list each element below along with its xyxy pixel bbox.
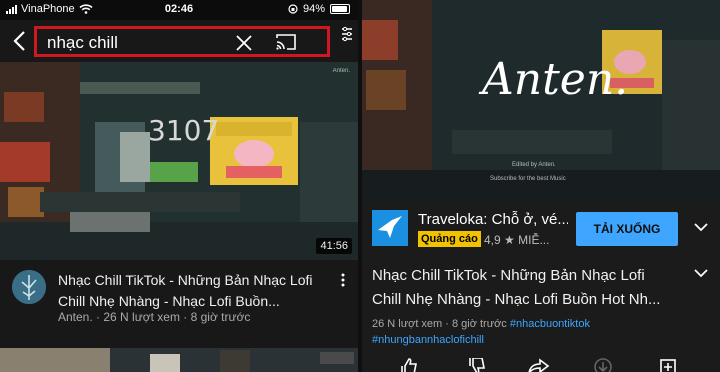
thumbnail-watermark: Anten. xyxy=(332,68,350,74)
more-icon xyxy=(342,26,352,42)
svg-text:3107: 3107 xyxy=(148,114,219,147)
hashtag-link[interactable]: #nhungbannhaclofichill xyxy=(372,334,484,346)
clear-search-button[interactable] xyxy=(235,34,253,52)
next-thumbnail-image xyxy=(0,348,358,372)
rotation-lock-icon xyxy=(288,4,298,14)
video-meta: Anten. · 26 N lượt xem · 8 giờ trước xyxy=(58,310,251,324)
ad-rating: 4,9 ★ MIỄ... xyxy=(484,233,550,247)
ad-badge: Quảng cáo xyxy=(418,231,481,247)
watch-video-meta: 26 N lượt xem · 8 giờ trước #nhacbuontik… xyxy=(372,316,712,348)
like-button[interactable] xyxy=(398,358,420,372)
channel-avatar[interactable] xyxy=(12,270,46,304)
status-right: 94% xyxy=(288,3,350,15)
traveloka-logo-icon xyxy=(372,210,408,246)
video-result-item[interactable]: Nhạc Chill TikTok - Những Bản Nhạc Lofi … xyxy=(0,262,358,342)
search-query: nhạc chill xyxy=(47,33,118,52)
battery-percent: 94% xyxy=(302,3,325,15)
next-video-thumbnail[interactable] xyxy=(0,348,358,372)
cast-icon xyxy=(276,34,296,50)
watch-screen: Anten. Edited by Anten. Subscribe for th… xyxy=(362,0,720,372)
battery-icon xyxy=(330,4,350,14)
share-icon xyxy=(528,358,550,372)
save-icon xyxy=(660,359,676,372)
video-duration: 41:56 xyxy=(316,238,352,254)
download-button[interactable] xyxy=(592,358,614,372)
video-thumbnail[interactable]: 3107 Anten. 41:56 xyxy=(0,62,358,260)
avatar-image xyxy=(12,270,46,304)
dislike-button[interactable] xyxy=(466,358,488,372)
filter-button[interactable] xyxy=(340,25,354,43)
video-player[interactable]: Anten. Edited by Anten. Subscribe for th… xyxy=(362,0,720,202)
like-icon xyxy=(401,358,417,372)
video-title[interactable]: Nhạc Chill TikTok - Những Bản Nhạc Lofi … xyxy=(58,270,328,312)
chevron-down-icon xyxy=(694,223,708,232)
player-subscribe-text: Subscribe for the best Music xyxy=(490,176,566,182)
search-results-screen: VinaPhone 02:46 94% nhạc chill 3107 Ante… xyxy=(0,0,358,372)
cast-button[interactable] xyxy=(275,33,297,51)
hashtag-link[interactable]: #nhacbuontiktok xyxy=(510,318,590,330)
thumbnail-image: 3107 xyxy=(0,62,358,260)
search-bar: nhạc chill xyxy=(0,20,358,62)
description-expand-button[interactable] xyxy=(694,268,708,278)
share-button[interactable] xyxy=(528,358,550,372)
clear-icon xyxy=(236,35,252,51)
ad-expand-button[interactable] xyxy=(694,222,708,232)
ad-logo xyxy=(372,210,408,246)
chevron-down-icon xyxy=(694,269,708,278)
save-button[interactable] xyxy=(658,358,680,372)
ad-download-button[interactable]: TẢI XUỐNG xyxy=(576,212,678,246)
download-icon xyxy=(594,358,612,372)
search-input[interactable]: nhạc chill xyxy=(34,26,330,57)
video-menu-button[interactable] xyxy=(340,272,346,288)
menu-dots-icon xyxy=(341,273,345,287)
player-overlay-title: Anten. xyxy=(482,54,629,105)
view-count-time: 26 N lượt xem · 8 giờ trước xyxy=(372,318,507,330)
player-edited-text: Edited by Anten. xyxy=(512,162,556,168)
status-bar: VinaPhone 02:46 94% xyxy=(0,0,358,20)
dislike-icon xyxy=(469,358,485,372)
ad-title: Traveloka: Chỗ ở, vé... xyxy=(418,211,568,228)
back-icon xyxy=(13,31,25,51)
back-button[interactable] xyxy=(10,29,30,53)
watch-video-title[interactable]: Nhạc Chill TikTok - Những Bản Nhạc Lofi … xyxy=(372,264,672,312)
action-bar xyxy=(362,356,720,372)
ad-banner[interactable]: Traveloka: Chỗ ở, vé... Quảng cáo 4,9 ★ … xyxy=(362,202,720,258)
